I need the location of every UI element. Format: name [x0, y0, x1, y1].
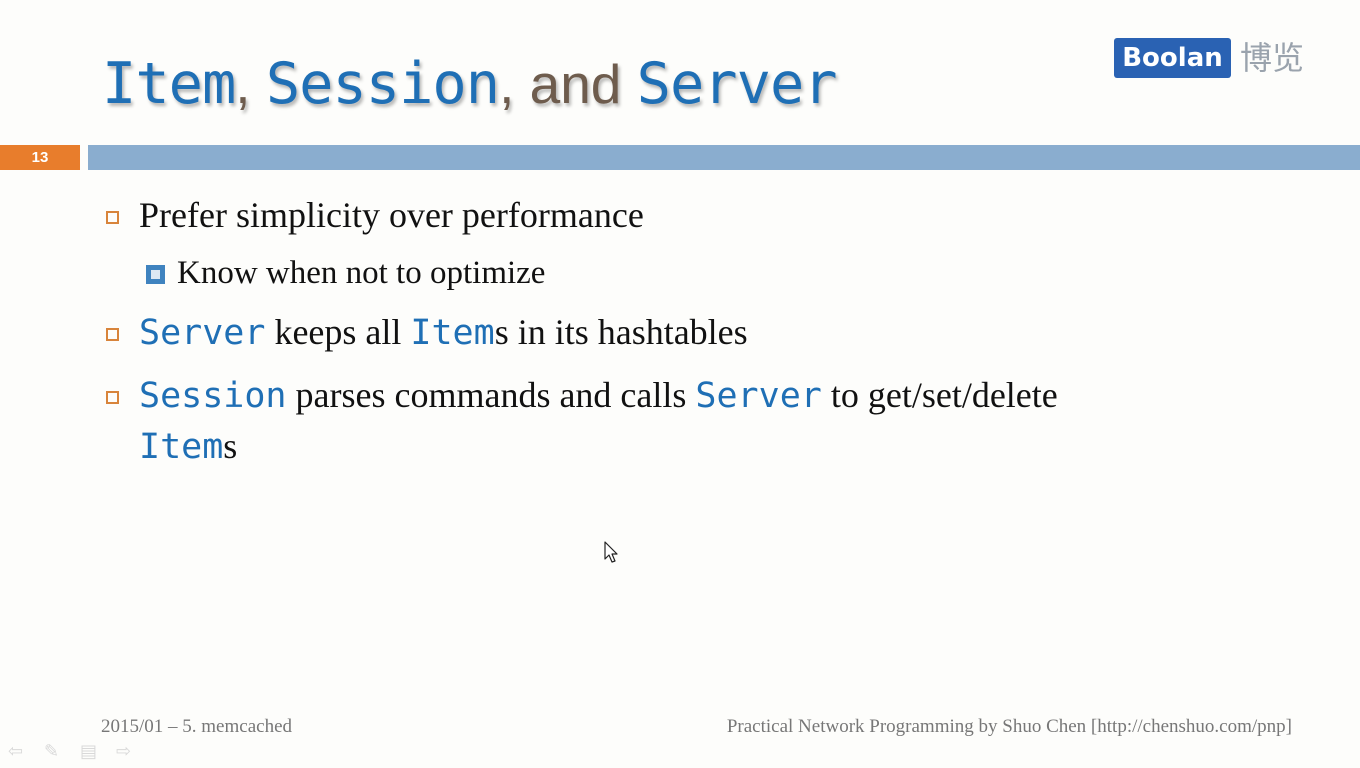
title-server: Server [636, 51, 838, 117]
footer-right: Practical Network Programming by Shuo Ch… [726, 716, 1292, 737]
slide-number: 13 [0, 145, 80, 170]
title-session: Session [265, 51, 500, 117]
title-sep-1: , [235, 53, 266, 115]
code-server: Server [695, 376, 822, 416]
bullet-1-text: Prefer simplicity over performance [139, 195, 644, 235]
pen-icon[interactable]: ✎ [44, 741, 59, 763]
bullet-2-text: Know when not to optimize [177, 255, 546, 291]
bullet-4-segment-2: to get/set/delete [821, 375, 1058, 415]
bullet-4-segment-1: parses commands and calls [286, 375, 696, 415]
title-divider-bar [88, 145, 1360, 170]
code-item: Item [410, 313, 495, 353]
arrow-left-icon[interactable]: ⇦ [8, 741, 23, 763]
title-item: Item [102, 51, 236, 117]
bullet-3-segment-1: keeps all [265, 312, 411, 352]
bullet-4-text-line-1: Session parses commands and calls Server… [139, 370, 1058, 421]
bullet-box-icon [106, 211, 119, 224]
title-sep-2: , and [499, 53, 637, 115]
sub-bullet-square-icon [146, 265, 165, 284]
arrow-right-icon[interactable]: ⇨ [116, 741, 131, 763]
logo-brand: Boolan [1114, 38, 1231, 78]
code-server: Server [139, 313, 266, 353]
bullet-box-icon [106, 391, 119, 404]
bullet-4-segment-3: s [223, 426, 238, 466]
bullet-3-text: Server keeps all Items in its hashtables [139, 307, 748, 358]
menu-icon[interactable]: ▤ [80, 741, 97, 763]
slide-title: Item, Session, and Server [102, 50, 838, 119]
code-session: Session [139, 376, 287, 416]
code-item: Item [139, 427, 224, 467]
mouse-cursor-icon [604, 541, 618, 563]
bullet-3-segment-2: s in its hashtables [494, 312, 748, 352]
logo-chinese: 博览 [1240, 39, 1305, 77]
bullet-4-text-line-2: Items [139, 421, 237, 472]
footer-left: 2015/01 – 5. memcached [101, 716, 293, 737]
bullet-box-icon [106, 328, 119, 341]
